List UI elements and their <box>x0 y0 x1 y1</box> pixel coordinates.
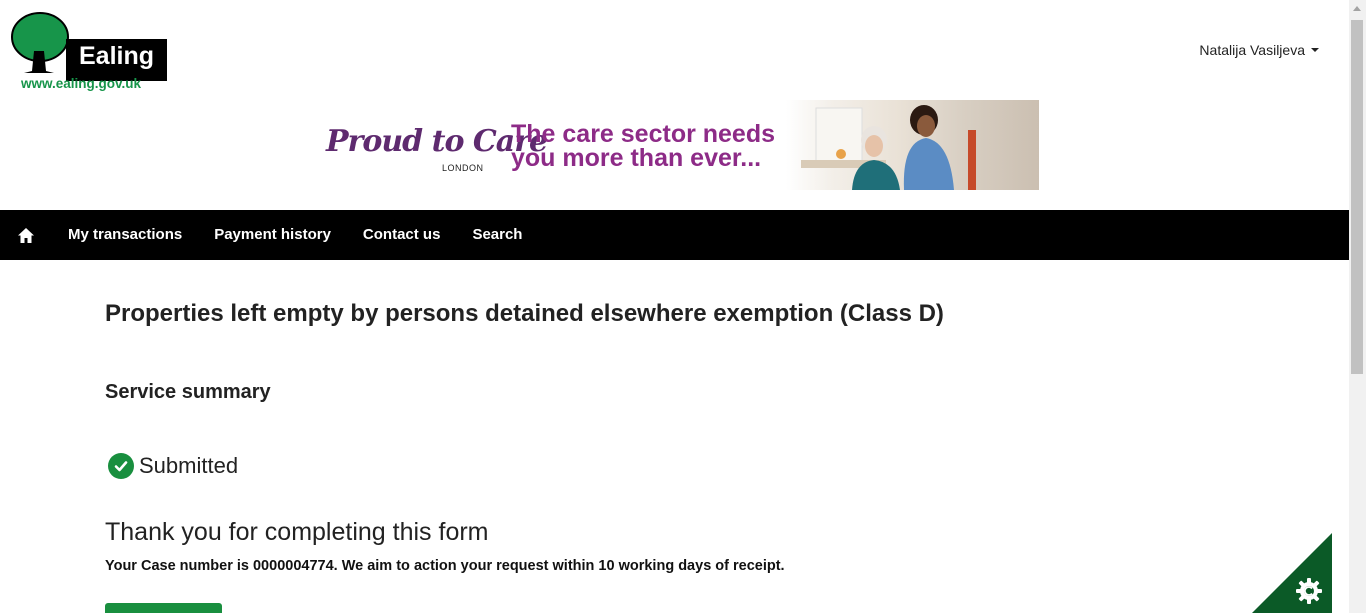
status-label: Submitted <box>139 453 239 478</box>
care-worker-photo <box>801 105 976 190</box>
user-menu[interactable]: Natalija Vasiljeva <box>1199 42 1319 58</box>
banner-photo <box>786 100 1039 190</box>
banner-brand-sub: LONDON <box>442 163 484 173</box>
logo-url: www.ealing.gov.uk <box>21 76 142 91</box>
logo-wordmark: Ealing <box>66 39 167 81</box>
user-name: Natalija Vasiljeva <box>1199 42 1305 58</box>
case-number-text: Your Case number is 0000004774. We aim t… <box>105 558 785 574</box>
nav-search[interactable]: Search <box>456 210 538 260</box>
primary-action-button[interactable] <box>105 603 222 613</box>
banner-headline: The care sector needs you more than ever… <box>511 120 776 172</box>
content-area: Ealing www.ealing.gov.uk Natalija Vasilj… <box>0 0 1349 613</box>
page-title: Properties left empty by persons detaine… <box>105 300 944 327</box>
home-icon <box>18 227 34 243</box>
proud-to-care-banner[interactable]: Proud to Care LONDON The care sector nee… <box>318 100 1039 190</box>
gear-icon <box>1296 578 1322 604</box>
home-button[interactable] <box>0 210 52 260</box>
nav-my-transactions[interactable]: My transactions <box>52 210 198 260</box>
section-title: Service summary <box>105 381 271 403</box>
ealing-logo[interactable]: Ealing www.ealing.gov.uk <box>10 11 167 93</box>
nav-payment-history[interactable]: Payment history <box>198 210 347 260</box>
check-circle-icon <box>108 453 134 479</box>
caret-down-icon <box>1311 48 1319 52</box>
vertical-scrollbar[interactable] <box>1349 0 1366 613</box>
accessibility-settings-button[interactable] <box>1252 533 1332 613</box>
page: Ealing www.ealing.gov.uk Natalija Vasilj… <box>0 0 1366 613</box>
thank-you-heading: Thank you for completing this form <box>105 518 489 546</box>
submitted-status: Submitted <box>108 453 238 479</box>
tree-logo-icon <box>11 12 69 73</box>
scroll-up-arrow-icon[interactable] <box>1353 6 1361 11</box>
scrollbar-thumb[interactable] <box>1351 20 1363 374</box>
main-nav: My transactions Payment history Contact … <box>0 210 1349 260</box>
nav-contact-us[interactable]: Contact us <box>347 210 457 260</box>
